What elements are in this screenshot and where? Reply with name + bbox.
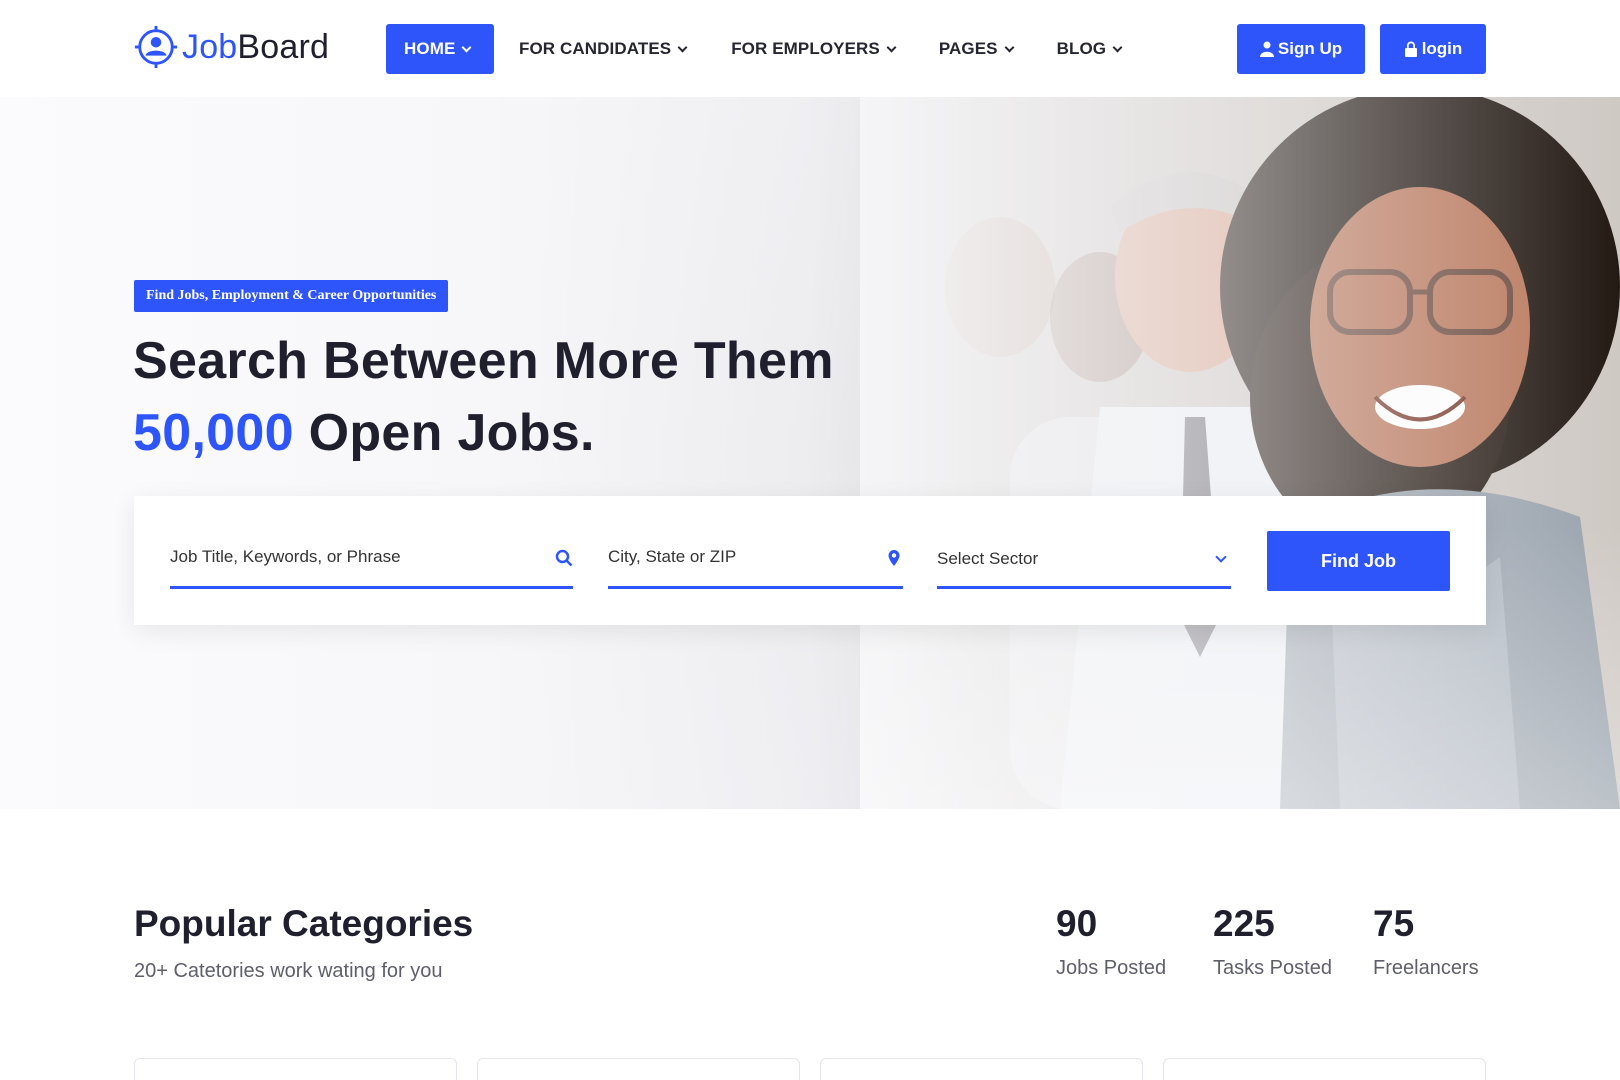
stat-value: 225 [1213,903,1275,944]
nav-for-employers-label: FOR EMPLOYERS [731,39,880,58]
nav-home-label: HOME [404,39,456,58]
section-title: Popular Categories [134,903,474,944]
lock-icon [1404,41,1417,57]
chevron-down-icon [1004,42,1015,52]
category-card[interactable] [477,1058,800,1080]
category-card[interactable] [1163,1058,1486,1080]
sector-select[interactable]: Select Sector [937,529,1231,589]
login-button[interactable]: login [1380,24,1486,74]
chevron-down-icon [1112,42,1123,52]
nav-home[interactable]: HOME [386,24,494,74]
hero-section: Find Jobs, Employment & Career Opportuni… [0,97,1620,809]
job-search-form: Select Sector Find Job [134,496,1486,625]
search-icon [555,549,573,567]
stat-value: 75 [1373,903,1415,944]
hero-headline: Search Between More Them 50,000 Open Job… [133,325,834,469]
nav-for-candidates[interactable]: FOR CANDIDATES [519,24,688,74]
brand-name: JobBoard [182,27,330,66]
map-pin-icon [888,550,900,566]
nav-pages-label: PAGES [938,39,998,58]
logo-user-target-icon [134,25,178,69]
headline-job-count: 50,000 [133,404,294,462]
nav-for-employers[interactable]: FOR EMPLOYERS [731,24,897,74]
chevron-down-icon [677,42,688,52]
category-card[interactable] [820,1058,1143,1080]
stat-tasks-posted: 225 Tasks Posted [1213,903,1332,980]
main-nav: HOME FOR CANDIDATES FOR EMPLOYERS PAGES … [386,24,1123,74]
nav-blog[interactable]: BLOG [1056,24,1123,74]
headline-line1: Search Between More Them [133,332,834,390]
chevron-down-icon [886,42,897,52]
section-subtitle: 20+ Catetories work wating for you [134,960,443,982]
site-header: JobBoard HOME FOR CANDIDATES FOR EMPLOYE… [0,0,1620,97]
location-input[interactable] [608,529,903,585]
find-job-button[interactable]: Find Job [1267,531,1450,591]
hero-tagline-badge: Find Jobs, Employment & Career Opportuni… [134,280,449,312]
nav-blog-label: BLOG [1056,39,1107,58]
sign-up-button[interactable]: Sign Up [1237,24,1365,74]
nav-for-candidates-label: FOR CANDIDATES [519,39,672,58]
user-icon [1259,41,1274,57]
hero-people-photo [860,97,1620,809]
sector-select-value: Select Sector [937,549,1039,568]
chevron-down-icon [461,42,472,52]
headline-open-jobs: Open Jobs. [293,404,595,462]
brand-logo[interactable]: JobBoard [133,22,329,72]
stat-label: Tasks Posted [1213,957,1332,979]
location-field [608,529,903,589]
sign-up-label: Sign Up [1277,39,1343,58]
keyword-input[interactable] [170,529,573,585]
stat-label: Freelancers [1373,957,1479,979]
stat-label: Jobs Posted [1056,957,1167,979]
login-label: login [1421,39,1463,58]
keyword-field [170,529,573,589]
nav-pages[interactable]: PAGES [938,24,1015,74]
stat-freelancers: 75 Freelancers [1373,903,1479,980]
category-card[interactable] [134,1058,457,1080]
stat-jobs-posted: 90 Jobs Posted [1056,903,1166,980]
stat-value: 90 [1056,903,1098,944]
